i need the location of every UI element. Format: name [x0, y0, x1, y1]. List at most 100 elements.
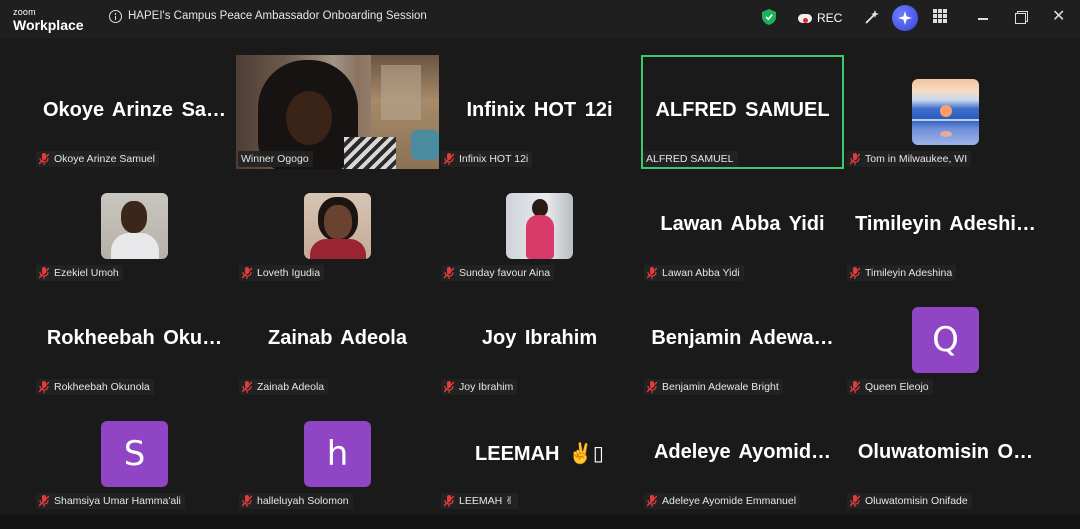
title-bar: zoom Workplace HAPEI's Campus Peace Amba… — [0, 0, 1080, 38]
participant-display-name: ALFRED SAMUEL — [655, 99, 830, 121]
rec-label: REC — [817, 11, 843, 25]
participant-display-name: Benjamin Adewa… — [651, 327, 834, 349]
ai-companion-button[interactable] — [892, 5, 918, 31]
participant-label: Oluwatomisin Onifade — [865, 495, 968, 507]
muted-mic-icon — [444, 153, 454, 165]
participant-tile[interactable]: Loveth Igudia — [236, 169, 439, 283]
participant-tile[interactable]: Tom in Milwaukee, WI — [844, 55, 1047, 169]
minimize-button[interactable] — [976, 10, 992, 26]
participant-name-tag: Okoye Arinze Samuel — [36, 151, 159, 167]
muted-mic-icon — [39, 153, 49, 165]
participant-label: ALFRED SAMUEL — [646, 153, 734, 165]
participant-display-name: Zainab Adeola — [268, 327, 407, 349]
participant-display-name: LEEMAH ✌️▯ — [475, 443, 604, 465]
participant-display-name: Joy Ibrahim — [481, 327, 598, 349]
participant-tile[interactable]: Oluwatomisin O… Oluwatomisin Onifade — [844, 397, 1047, 511]
participant-tile[interactable]: Joy Ibrahim Joy Ibrahim — [438, 283, 641, 397]
security-shield-icon[interactable] — [762, 9, 776, 25]
initial-avatar: h — [304, 421, 371, 487]
participant-name-tag: halleluyah Solomon — [239, 493, 353, 509]
participant-tile[interactable]: Lawan Abba Yidi Lawan Abba Yidi — [641, 169, 844, 283]
participant-label: Shamsiya Umar Hamma'ali — [54, 495, 181, 507]
muted-mic-icon — [850, 267, 860, 279]
participant-name-tag: ALFRED SAMUEL — [643, 151, 738, 167]
participant-name-tag: Shamsiya Umar Hamma'ali — [36, 493, 185, 509]
participant-label: Joy Ibrahim — [459, 381, 514, 393]
muted-mic-icon — [39, 381, 49, 393]
participant-display-name: Adeleye Ayomid… — [653, 441, 832, 463]
participant-video-tile[interactable]: Winner Ogogo — [236, 55, 439, 169]
participant-name-tag: Oluwatomisin Onifade — [847, 493, 972, 509]
participant-tile[interactable]: Okoye Arinze Sa… Okoye Arinze Samuel — [33, 55, 236, 169]
participant-label: Benjamin Adewale Bright — [662, 381, 779, 393]
muted-mic-icon — [647, 381, 657, 393]
participant-name-tag: Loveth Igudia — [239, 265, 325, 281]
participant-tile[interactable]: Ezekiel Umoh — [33, 169, 236, 283]
participant-tile[interactable]: Benjamin Adewa… Benjamin Adewale Bright — [641, 283, 844, 397]
zoom-workplace-logo: zoom Workplace — [13, 7, 84, 33]
sparkle-icon — [898, 11, 912, 25]
participant-label: LEEMAH ✌ — [459, 495, 514, 507]
participant-tile[interactable]: Q Queen Eleojo — [844, 283, 1047, 397]
participant-tile[interactable]: Timileyin Adeshi… Timileyin Adeshina — [844, 169, 1047, 283]
participant-display-name: Timileyin Adeshi… — [855, 213, 1036, 235]
participant-tile[interactable]: Rokheebah Oku… Rokheebah Okunola — [33, 283, 236, 397]
initial-avatar: Q — [912, 307, 979, 373]
participant-name-tag: Infinix HOT 12i — [441, 151, 533, 167]
muted-mic-icon — [647, 267, 657, 279]
participant-label: Rokheebah Okunola — [54, 381, 150, 393]
muted-mic-icon — [242, 381, 252, 393]
profile-picture — [304, 193, 371, 259]
profile-picture — [101, 193, 168, 259]
recording-indicator[interactable]: REC — [798, 11, 842, 25]
participant-tile[interactable]: h halleluyah Solomon — [236, 397, 439, 511]
participant-label: Sunday favour Aina — [459, 267, 551, 279]
participant-tile[interactable]: LEEMAH ✌️▯ LEEMAH ✌ — [438, 397, 641, 511]
participant-display-name: Rokheebah Oku… — [46, 327, 223, 349]
participant-label: halleluyah Solomon — [257, 495, 349, 507]
muted-mic-icon — [850, 381, 860, 393]
active-speaker-tile[interactable]: ALFRED SAMUEL ALFRED SAMUEL — [641, 55, 844, 169]
participant-label: Winner Ogogo — [241, 153, 309, 165]
apps-grid-icon[interactable] — [933, 9, 947, 23]
participant-label: Loveth Igudia — [257, 267, 321, 279]
participant-label: Okoye Arinze Samuel — [54, 153, 155, 165]
participant-tile[interactable]: Sunday favour Aina — [438, 169, 641, 283]
participant-display-name: Lawan Abba Yidi — [660, 213, 825, 235]
profile-picture — [506, 193, 573, 259]
participant-display-name: Oluwatomisin O… — [857, 441, 1034, 463]
participant-name-tag: Tom in Milwaukee, WI — [847, 151, 972, 167]
magic-wand-icon[interactable] — [864, 9, 880, 25]
muted-mic-icon — [242, 495, 252, 507]
participant-label: Lawan Abba Yidi — [662, 267, 740, 279]
restore-button[interactable] — [1014, 10, 1030, 26]
participant-name-tag: Sunday favour Aina — [441, 265, 555, 281]
participant-name-tag: Lawan Abba Yidi — [644, 265, 744, 281]
meeting-info-icon[interactable] — [109, 10, 122, 23]
close-button[interactable]: ✕ — [1052, 9, 1068, 25]
cloud-record-icon — [798, 13, 812, 23]
participant-name-tag: Benjamin Adewale Bright — [644, 379, 783, 395]
meeting-controls-bar — [0, 515, 1080, 529]
participant-name-tag: Joy Ibrahim — [441, 379, 518, 395]
muted-mic-icon — [242, 267, 252, 279]
participant-tile[interactable]: Adeleye Ayomid… Adeleye Ayomide Emmanuel — [641, 397, 844, 511]
muted-mic-icon — [39, 267, 49, 279]
participant-label: Queen Eleojo — [865, 381, 929, 393]
participant-name-tag: Winner Ogogo — [238, 151, 313, 167]
participant-label: Tom in Milwaukee, WI — [865, 153, 968, 165]
muted-mic-icon — [444, 381, 454, 393]
initial-avatar: S — [101, 421, 168, 487]
participant-name-tag: Timileyin Adeshina — [847, 265, 957, 281]
participant-display-name: Okoye Arinze Sa… — [42, 99, 227, 121]
brand-small-text: zoom — [13, 7, 36, 17]
participant-name-tag: Adeleye Ayomide Emmanuel — [644, 493, 801, 509]
muted-mic-icon — [444, 267, 454, 279]
muted-mic-icon — [39, 495, 49, 507]
participant-tile[interactable]: Zainab Adeola Zainab Adeola — [236, 283, 439, 397]
muted-mic-icon — [850, 153, 860, 165]
muted-mic-icon — [850, 495, 860, 507]
participant-label: Infinix HOT 12i — [459, 153, 529, 165]
participant-tile[interactable]: S Shamsiya Umar Hamma'ali — [33, 397, 236, 511]
participant-tile[interactable]: Infinix HOT 12i Infinix HOT 12i — [438, 55, 641, 169]
